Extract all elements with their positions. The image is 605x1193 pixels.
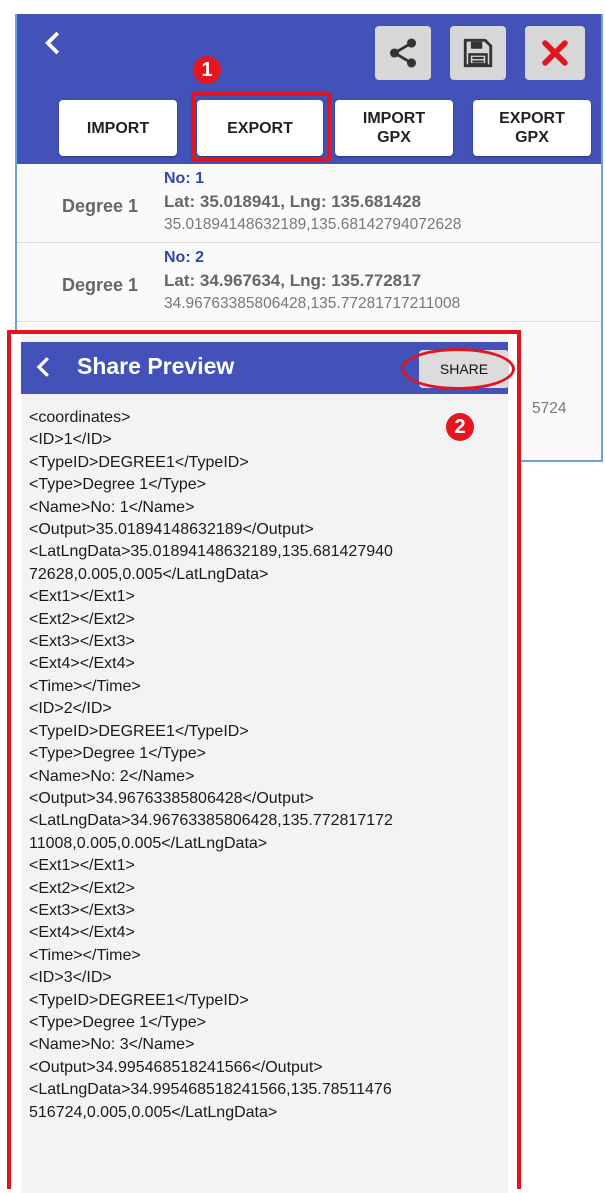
xml-line: <LatLngData>35.01894148632189,135.681427… [29, 543, 393, 561]
share-preview-panel: Share Preview SHARE 2 <coordinates> <ID>1… [7, 330, 521, 1193]
xml-line: <ID>2</ID> [29, 700, 112, 718]
export-xml-text: <coordinates> <ID>1</ID> <TypeID>DEGREE1</… [29, 407, 507, 1124]
xml-line: <TypeID>DEGREE1</TypeID> [29, 453, 249, 471]
xml-line: <ID>3</ID> [29, 969, 112, 987]
row-raw-coordinates: 35.01894148632189,135.68142794072628 [164, 216, 462, 233]
xml-line: <Ext3></Ext3> [29, 901, 135, 919]
xml-line: <ID>1</ID> [29, 431, 112, 449]
xml-line: <coordinates> [29, 409, 131, 426]
xml-line: <Name>No: 2</Name> [29, 767, 195, 785]
xml-line: <Time></Time> [29, 946, 141, 964]
xml-line: <TypeID>DEGREE1</TypeID> [29, 991, 249, 1009]
row-lat-lng: Lat: 35.018941, Lng: 135.681428 [164, 192, 422, 211]
xml-line: <Output>34.96763385806428</Output> [29, 789, 314, 807]
xml-line: <Ext1></Ext1> [29, 857, 135, 875]
xml-line: 72628,0.005,0.005</LatLngData> [29, 565, 269, 583]
list-item[interactable]: Degree 1 No: 2 Lat: 34.967634, Lng: 135.… [17, 243, 601, 322]
xml-line: <Type>Degree 1</Type> [29, 1013, 207, 1031]
xml-line: <Ext3></Ext3> [29, 633, 135, 651]
import-button[interactable]: IMPORT [59, 100, 177, 156]
xml-line: <TypeID>DEGREE1</TypeID> [29, 722, 249, 740]
share-icon [389, 38, 417, 68]
chevron-left-icon [36, 357, 49, 377]
row-number: No: 1 [164, 170, 204, 187]
row-raw-coordinates-tail: 5724 [532, 400, 567, 417]
share-highlight-ellipse [401, 348, 515, 390]
xml-line: <Time></Time> [29, 677, 141, 695]
row-number: No: 2 [164, 249, 204, 266]
app-bar: IMPORT EXPORT IMPORT GPX EXPORT GPX 1 [17, 14, 601, 164]
row-type-label: Degree 1 [62, 196, 139, 216]
xml-line: <Ext4></Ext4> [29, 924, 135, 942]
share-preview-title: Share Preview [77, 353, 235, 379]
export-highlight-box [191, 92, 331, 162]
preview-back-button[interactable] [33, 352, 61, 384]
xml-line: <Output>35.01894148632189</Output> [29, 521, 314, 539]
xml-line: <Ext4></Ext4> [29, 655, 135, 673]
row-raw-coordinates: 34.96763385806428,135.77281717211008 [164, 295, 461, 312]
share-button[interactable] [375, 26, 431, 80]
xml-line: <Ext1></Ext1> [29, 588, 135, 606]
share-preview-header: Share Preview SHARE [21, 342, 515, 394]
xml-line: <Output>34.995468518241566</Output> [29, 1058, 323, 1076]
xml-line: 11008,0.005,0.005</LatLngData> [29, 834, 268, 852]
xml-line: 516724,0.005,0.005</LatLngData> [29, 1103, 278, 1121]
floppy-disk-icon [463, 38, 493, 68]
step-1-badge: 1 [193, 56, 221, 84]
row-type-label: Degree 1 [62, 275, 139, 295]
xml-line: <LatLngData>34.995468518241566,135.78511… [29, 1081, 392, 1099]
close-button[interactable] [525, 26, 585, 80]
row-lat-lng: Lat: 34.967634, Lng: 135.772817 [164, 271, 422, 290]
xml-line: <Name>No: 3</Name> [29, 1036, 195, 1054]
back-button[interactable] [39, 28, 79, 68]
xml-line: <LatLngData>34.96763385806428,135.772817… [29, 812, 393, 830]
xml-line: <Name>No: 1</Name> [29, 498, 195, 516]
chevron-left-icon [45, 31, 60, 55]
xml-line: <Type>Degree 1</Type> [29, 476, 207, 494]
close-x-icon [542, 40, 568, 66]
export-gpx-button[interactable]: EXPORT GPX [473, 100, 591, 156]
import-gpx-button[interactable]: IMPORT GPX [335, 100, 453, 156]
xml-line: <Ext2></Ext2> [29, 879, 135, 897]
xml-line: <Type>Degree 1</Type> [29, 745, 207, 763]
xml-line: <Ext2></Ext2> [29, 610, 135, 628]
list-item[interactable]: Degree 1 No: 1 Lat: 35.018941, Lng: 135.… [17, 164, 601, 243]
save-button[interactable] [450, 26, 506, 80]
